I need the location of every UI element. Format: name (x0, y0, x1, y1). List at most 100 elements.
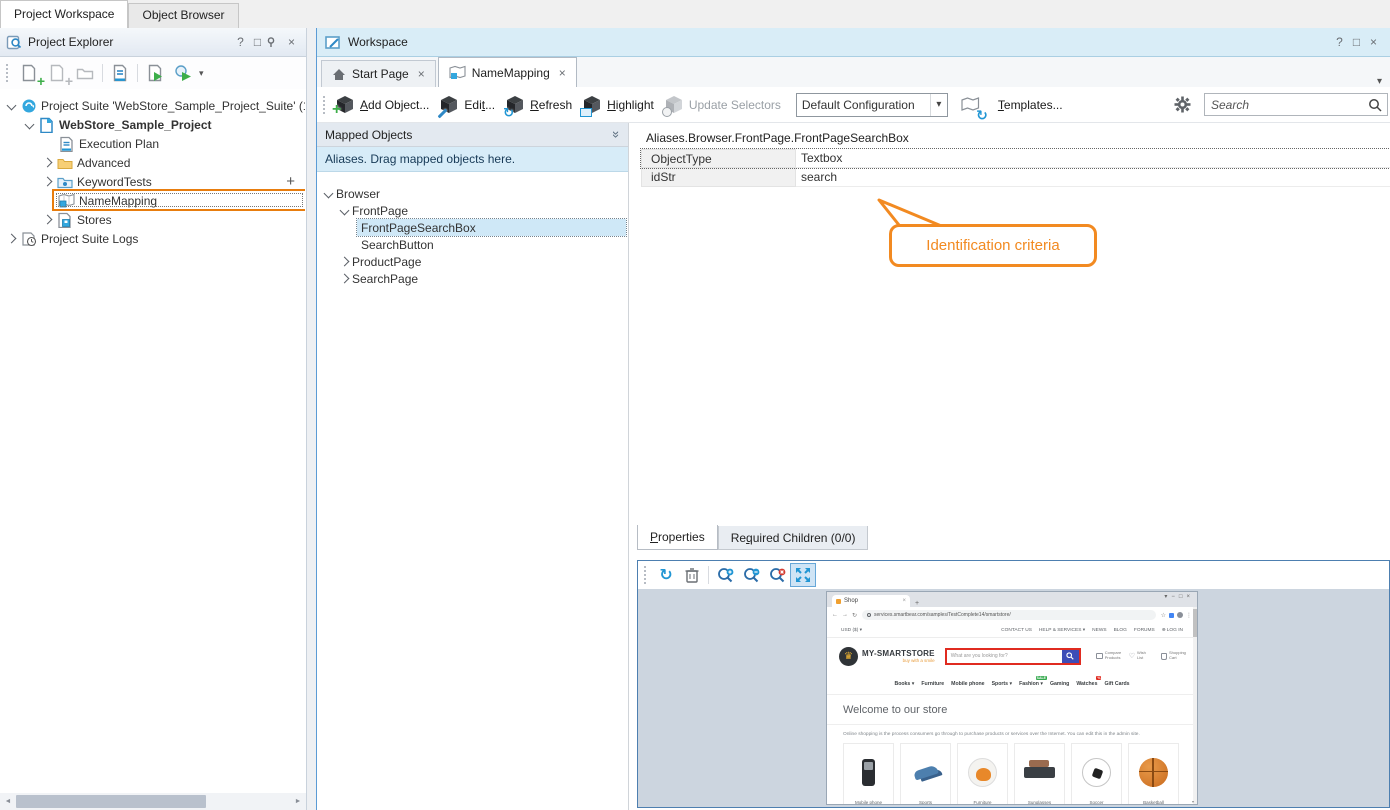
configuration-select[interactable]: Default Configuration ▾ (796, 93, 948, 117)
help-button[interactable]: ? (1331, 35, 1348, 49)
collapse-expander-icon[interactable] (25, 120, 35, 130)
refresh-button[interactable]: ↻ Refresh (505, 95, 572, 115)
discount-badge: % (1096, 676, 1101, 680)
tab-required-children[interactable]: Required Children (0/0) (718, 526, 869, 550)
tab-namemapping[interactable]: NameMapping × (438, 57, 577, 87)
tree-item-stores[interactable]: Stores (0, 210, 305, 229)
update-namemapping-button[interactable]: ↻ (956, 92, 986, 118)
highlighted-search-box: What are you looking for? (945, 648, 1081, 665)
product-card: Sunglasses (1014, 743, 1065, 805)
tab-start-page[interactable]: Start Page × (321, 60, 436, 87)
preview-canvas[interactable]: Shop × + ▾−□× ← → ↻ services.smartbear.c… (638, 589, 1389, 807)
alias-item-browser[interactable]: Browser (317, 185, 626, 202)
tree-item-project-suite-logs[interactable]: Project Suite Logs (0, 229, 305, 248)
alias-item-frontpagesearchbox[interactable]: FrontPageSearchBox (357, 219, 626, 236)
collapse-expander-icon[interactable] (340, 206, 350, 216)
collapse-expander-icon[interactable] (43, 215, 53, 225)
execution-plan-icon (58, 135, 75, 152)
pin-icon[interactable] (266, 36, 283, 48)
tab-properties[interactable]: Properties (637, 525, 718, 550)
tree-item-namemapping[interactable]: NameMapping (0, 191, 305, 210)
alias-item-frontpage[interactable]: FrontPage (317, 202, 626, 219)
run-project-suite-button[interactable] (169, 60, 197, 86)
store-tagline: buy with a smile (862, 658, 935, 663)
scroll-right-arrow[interactable]: ► (290, 798, 306, 805)
panel-splitter[interactable] (307, 28, 316, 810)
close-tab-icon[interactable]: × (418, 67, 425, 81)
tree-item-execution-plan[interactable]: Execution Plan (0, 134, 305, 153)
close-button[interactable]: × (1365, 35, 1382, 49)
add-object-button[interactable]: + Add Object... (335, 95, 429, 115)
close-tab-icon[interactable]: × (559, 66, 566, 80)
heart-icon: ♡ (1129, 652, 1135, 660)
login-icon: ⊕ (1162, 628, 1166, 633)
workspace-title: Workspace (348, 35, 408, 49)
alias-item-productpage[interactable]: ProductPage (317, 253, 626, 270)
alias-item-searchbutton[interactable]: SearchButton (317, 236, 626, 253)
reload-icon: ↻ (852, 612, 857, 619)
add-new-project-button[interactable]: + (15, 60, 43, 86)
templates-button[interactable]: Templates... (998, 98, 1063, 112)
collapse-expander-icon[interactable] (324, 189, 334, 199)
zoom-reset-button[interactable] (764, 563, 790, 587)
toolbar-grip[interactable] (644, 566, 649, 584)
toolbar-grip[interactable] (323, 96, 328, 114)
tab-object-browser[interactable]: Object Browser (128, 3, 238, 28)
collapse-panel-icon[interactable]: » (609, 131, 624, 138)
help-button[interactable]: ? (232, 35, 249, 49)
collapse-expander-icon[interactable] (43, 158, 53, 168)
logs-icon (20, 230, 37, 247)
store-utility-bar: USD ($) ▾ CONTACT US HELP & SERVICES ▾ N… (827, 623, 1197, 638)
maximize-button[interactable]: □ (249, 35, 266, 49)
compare-products-link: Compare Products (1096, 651, 1121, 661)
tree-item-project-suite[interactable]: Project Suite 'WebStore_Sample_Project_S… (0, 96, 305, 115)
edit-button[interactable]: Edit... (439, 95, 495, 115)
property-row[interactable]: idStr search (641, 168, 1390, 187)
collapse-expander-icon[interactable] (7, 234, 17, 244)
delete-preview-button[interactable] (679, 563, 705, 587)
horizontal-scrollbar[interactable]: ◄ ► (0, 793, 306, 810)
tree-item-advanced[interactable]: Advanced (0, 153, 305, 172)
zoom-out-button[interactable] (738, 563, 764, 587)
tree-item-label: KeywordTests (77, 175, 152, 189)
collapse-expander-icon[interactable] (340, 274, 350, 284)
update-selectors-button: Update Selectors (664, 95, 781, 115)
property-row[interactable]: ObjectType Textbox (641, 149, 1390, 168)
product-card: Furniture (957, 743, 1008, 805)
tab-project-workspace[interactable]: Project Workspace (0, 0, 128, 28)
toolbar-grip[interactable] (6, 64, 11, 82)
add-keyword-test-button[interactable]: + (286, 173, 295, 190)
search-input[interactable] (1205, 98, 1368, 112)
refresh-preview-button[interactable]: ↻ (653, 563, 679, 587)
selected-object-path: Aliases.Browser.FrontPage.FrontPageSearc… (646, 131, 909, 145)
alias-item-searchpage[interactable]: SearchPage (317, 270, 626, 287)
settings-gear-icon[interactable] (1168, 92, 1196, 118)
mapped-objects-title: Mapped Objects (325, 128, 412, 142)
run-project-button[interactable] (141, 60, 169, 86)
fit-to-window-button[interactable] (790, 563, 816, 587)
scrollbar-thumb[interactable] (16, 795, 206, 808)
maximize-button[interactable]: □ (1348, 35, 1365, 49)
scroll-left-arrow[interactable]: ◄ (0, 798, 16, 805)
cart-icon (1161, 653, 1167, 660)
close-button[interactable]: × (283, 35, 300, 49)
search-icon[interactable] (1368, 98, 1382, 112)
browser-tab: Shop × (832, 595, 910, 607)
property-value[interactable]: search (796, 168, 1390, 187)
workspace-header: Workspace ? □ × (317, 28, 1390, 57)
tab-list-dropdown[interactable]: ▾ (1377, 76, 1382, 87)
collapse-expander-icon[interactable] (340, 257, 350, 267)
add-new-item-button[interactable]: + (43, 60, 71, 86)
property-value[interactable]: Textbox (796, 149, 1390, 168)
project-explorer-icon (6, 34, 22, 50)
execution-plan-button[interactable] (106, 60, 134, 86)
open-item-button[interactable] (71, 60, 99, 86)
run-options-dropdown[interactable]: ▾ (199, 68, 204, 79)
zoom-in-button[interactable] (712, 563, 738, 587)
highlight-button[interactable]: Highlight (582, 95, 654, 115)
collapse-expander-icon[interactable] (43, 177, 53, 187)
collapse-expander-icon[interactable] (7, 101, 17, 111)
tree-item-project[interactable]: WebStore_Sample_Project (0, 115, 305, 134)
aliases-drop-bar[interactable]: Aliases. Drag mapped objects here. (317, 147, 628, 172)
sneakers-image (913, 764, 939, 780)
